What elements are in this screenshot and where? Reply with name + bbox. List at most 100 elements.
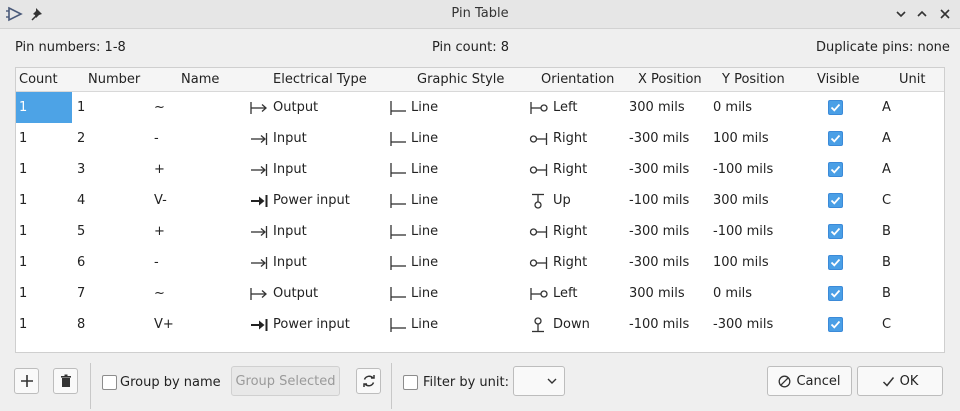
maximize-button[interactable] [913,5,931,23]
visible-checkbox[interactable] [828,255,843,270]
delete-pin-button[interactable] [53,368,78,394]
unit-cell[interactable]: A [882,123,891,154]
graphic-style-cell[interactable]: Line [389,309,438,340]
orientation-cell[interactable]: Left [529,92,577,123]
count-cell[interactable]: 1 [16,185,72,216]
col-header-visible[interactable]: Visible [817,72,859,87]
table-row[interactable]: 1 2 - Input Line Right -300 mils 100 mils A [16,123,944,154]
electrical-type-cell[interactable]: Input [249,216,307,247]
table-row[interactable]: 1 6 - Input Line Right -300 mils 100 mils B [16,247,944,278]
visible-checkbox[interactable] [828,224,843,239]
count-cell[interactable]: 1 [16,278,72,309]
number-cell[interactable]: 5 [77,216,85,247]
orientation-cell[interactable]: Down [529,309,590,340]
graphic-style-cell[interactable]: Line [389,123,438,154]
graphic-style-cell[interactable]: Line [389,247,438,278]
y-position-cell[interactable]: 100 mils [713,123,769,154]
count-cell[interactable]: 1 [16,309,72,340]
name-cell[interactable]: V- [154,185,167,216]
col-header-count[interactable]: Count [19,72,58,87]
x-position-cell[interactable]: -100 mils [629,185,689,216]
visible-checkbox[interactable] [828,286,843,301]
group-selected-button[interactable]: Group Selected [231,366,340,396]
number-cell[interactable]: 2 [77,123,85,154]
x-position-cell[interactable]: -300 mils [629,154,689,185]
unit-cell[interactable]: A [882,154,891,185]
orientation-cell[interactable]: Right [529,216,587,247]
y-position-cell[interactable]: -100 mils [713,216,773,247]
graphic-style-cell[interactable]: Line [389,216,438,247]
col-header-number[interactable]: Number [88,72,140,87]
table-row[interactable]: 1 5 + Input Line Right -300 mils -100 mils B [16,216,944,247]
electrical-type-cell[interactable]: Power input [249,309,350,340]
unit-filter-select[interactable] [513,366,565,396]
unit-cell[interactable]: B [882,278,891,309]
graphic-style-cell[interactable]: Line [389,185,438,216]
name-cell[interactable]: + [154,216,165,247]
y-position-cell[interactable]: 300 mils [713,185,769,216]
name-cell[interactable]: V+ [154,309,174,340]
count-cell[interactable]: 1 [16,154,72,185]
col-header-unit[interactable]: Unit [899,72,925,87]
unit-cell[interactable]: B [882,247,891,278]
number-cell[interactable]: 4 [77,185,85,216]
y-position-cell[interactable]: -100 mils [713,154,773,185]
name-cell[interactable]: + [154,154,165,185]
close-button[interactable] [936,5,954,23]
group-by-name-checkbox[interactable] [102,375,117,390]
number-cell[interactable]: 8 [77,309,85,340]
count-cell[interactable]: 1 [16,247,72,278]
x-position-cell[interactable]: 300 mils [629,92,685,123]
visible-checkbox[interactable] [828,193,843,208]
count-cell[interactable]: 1 [16,216,72,247]
menu-button[interactable] [892,5,910,23]
cancel-button[interactable]: Cancel [767,366,852,396]
visible-checkbox[interactable] [828,100,843,115]
col-header-electrical-type[interactable]: Electrical Type [273,72,367,87]
y-position-cell[interactable]: 0 mils [713,278,752,309]
col-header-x-position[interactable]: X Position [638,72,702,87]
filter-by-unit-checkbox[interactable] [403,375,418,390]
visible-checkbox[interactable] [828,162,843,177]
electrical-type-cell[interactable]: Output [249,92,318,123]
col-header-name[interactable]: Name [181,72,219,87]
x-position-cell[interactable]: -300 mils [629,247,689,278]
visible-checkbox[interactable] [828,317,843,332]
number-cell[interactable]: 7 [77,278,85,309]
orientation-cell[interactable]: Left [529,278,577,309]
col-header-graphic-style[interactable]: Graphic Style [417,72,504,87]
number-cell[interactable]: 6 [77,247,85,278]
visible-checkbox[interactable] [828,131,843,146]
count-cell[interactable]: 1 [16,123,72,154]
name-cell[interactable]: - [154,247,159,278]
ok-button[interactable]: OK [857,366,943,396]
graphic-style-cell[interactable]: Line [389,154,438,185]
col-header-y-position[interactable]: Y Position [722,72,785,87]
x-position-cell[interactable]: -300 mils [629,216,689,247]
y-position-cell[interactable]: 100 mils [713,247,769,278]
col-header-orientation[interactable]: Orientation [541,72,614,87]
table-row[interactable]: 1 7 ~ Output Line Left 300 mils 0 mils B [16,278,944,309]
electrical-type-cell[interactable]: Power input [249,185,350,216]
x-position-cell[interactable]: 300 mils [629,278,685,309]
table-row[interactable]: 1 8 V+ Power input Line Down -100 mils -300 mil… [16,309,944,340]
graphic-style-cell[interactable]: Line [389,92,438,123]
unit-cell[interactable]: B [882,216,891,247]
x-position-cell[interactable]: -100 mils [629,309,689,340]
unit-cell[interactable]: C [882,309,891,340]
table-row[interactable]: 1 1 ~ Output Line Left 300 mils 0 mils A [16,92,944,123]
orientation-cell[interactable]: Right [529,123,587,154]
electrical-type-cell[interactable]: Input [249,247,307,278]
name-cell[interactable]: ~ [154,92,165,123]
y-position-cell[interactable]: -300 mils [713,309,773,340]
unit-cell[interactable]: C [882,185,891,216]
electrical-type-cell[interactable]: Output [249,278,318,309]
unit-cell[interactable]: A [882,92,891,123]
orientation-cell[interactable]: Right [529,154,587,185]
refresh-button[interactable] [356,368,381,394]
y-position-cell[interactable]: 0 mils [713,92,752,123]
count-cell[interactable]: 1 [16,92,72,123]
name-cell[interactable]: ~ [154,278,165,309]
table-row[interactable]: 1 3 + Input Line Right -300 mils -100 mils A [16,154,944,185]
pin-table[interactable]: Count Number Name Electrical Type Graphi… [15,67,945,353]
